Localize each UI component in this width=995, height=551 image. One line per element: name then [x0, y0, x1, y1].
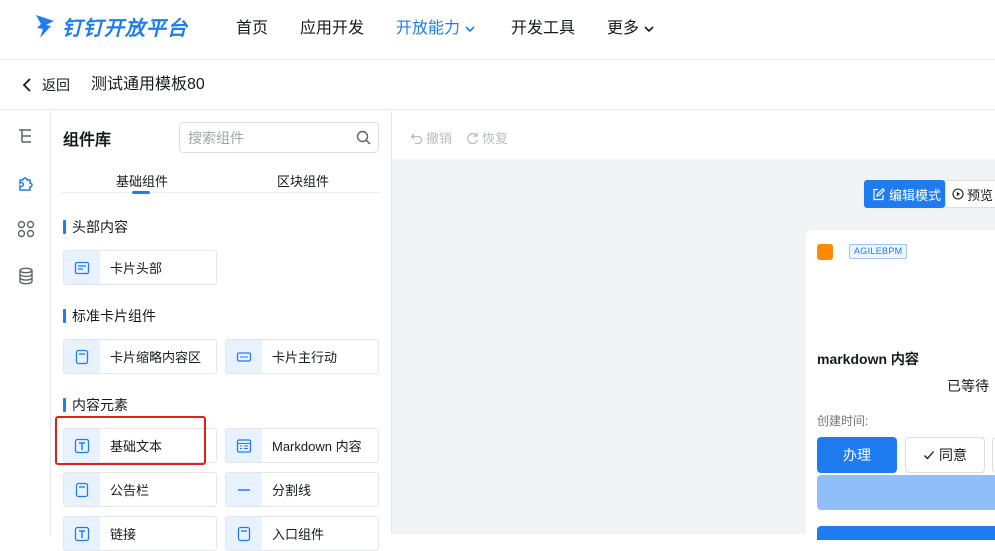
- nav-item-more[interactable]: 更多: [607, 18, 655, 40]
- created-time-label: 创建时间:: [817, 414, 869, 428]
- edit-icon: [873, 187, 885, 200]
- chevron-left-icon: [22, 78, 31, 92]
- component-card-summary[interactable]: 卡片缩略内容区: [63, 339, 217, 374]
- card-summary-icon: [75, 349, 89, 364]
- undo-button[interactable]: 撤销: [410, 128, 452, 147]
- grid-apps-icon[interactable]: [17, 220, 35, 238]
- edit-mode-button[interactable]: 编辑模式: [864, 180, 945, 208]
- search-icon[interactable]: [356, 130, 371, 145]
- handle-button[interactable]: 办理: [817, 437, 897, 473]
- undo-icon: [410, 133, 423, 144]
- play-circle-icon: [952, 188, 964, 200]
- section-heading-content-elements: 内容元素: [63, 396, 128, 414]
- agree-button[interactable]: 同意: [905, 437, 985, 473]
- nav-item-dev-tools[interactable]: 开发工具: [511, 18, 575, 40]
- notice-icon: [75, 482, 89, 497]
- source-tag: AGILEBPM: [849, 244, 908, 259]
- button-icon: [236, 351, 252, 362]
- component-library-panel: 组件库 基础组件 区块组件 头部内容 卡片头部 标准卡片组件 卡片缩略内容区 卡…: [51, 111, 392, 551]
- editor-canvas: 撤销 恢复 编辑模式 预览 AGILEBPM markdown 内容 已等待 创…: [392, 111, 995, 540]
- chevron-down-icon: [644, 26, 654, 33]
- tab-block-components[interactable]: 区块组件: [277, 171, 329, 190]
- card-preview: AGILEBPM markdown 内容 已等待 创建时间: 办理 同意: [806, 230, 995, 540]
- markdown-icon: [236, 438, 252, 453]
- dingtalk-logo-icon: [36, 15, 54, 38]
- sub-header: 返回 测试通用模板80: [0, 61, 995, 110]
- component-card-header[interactable]: 卡片头部: [63, 250, 217, 285]
- search-input[interactable]: [180, 123, 340, 152]
- component-card-markdown[interactable]: Markdown 内容: [225, 428, 379, 463]
- panel-title: 组件库: [63, 132, 112, 149]
- divider-icon: [238, 488, 250, 491]
- canvas-toolbar: 撤销 恢复: [392, 111, 995, 159]
- waiting-text: 已等待: [947, 378, 989, 394]
- component-card-divider[interactable]: 分割线: [225, 472, 379, 507]
- left-icon-rail: [0, 111, 51, 534]
- component-tabs: 基础组件 区块组件: [61, 169, 381, 194]
- top-nav: 钉钉开放平台 首页 应用开发 开放能力 开发工具 更多: [0, 0, 995, 60]
- redo-button[interactable]: 恢复: [466, 128, 508, 147]
- nav-item-home[interactable]: 首页: [236, 18, 268, 40]
- component-search[interactable]: [179, 122, 379, 153]
- brand-logo[interactable]: 钉钉开放平台: [34, 10, 188, 42]
- component-card-main-action[interactable]: 卡片主行动: [225, 339, 379, 374]
- action-bar-primary[interactable]: [817, 526, 995, 540]
- back-button[interactable]: 返回: [20, 75, 70, 95]
- chevron-down-icon: [465, 26, 475, 33]
- database-icon[interactable]: [17, 267, 35, 285]
- tab-basic-components[interactable]: 基础组件: [116, 171, 168, 194]
- component-card-notice[interactable]: 公告栏: [63, 472, 217, 507]
- preview-mode-button[interactable]: 预览: [945, 180, 995, 208]
- page-title: 测试通用模板80: [91, 76, 205, 93]
- brand-name: 钉钉开放平台: [62, 17, 188, 40]
- puzzle-icon[interactable]: [17, 174, 35, 192]
- tree-outline-icon[interactable]: [17, 127, 35, 145]
- avatar: [817, 244, 833, 260]
- check-icon: [924, 451, 934, 460]
- highlight-box: [55, 416, 206, 465]
- section-heading-header: 头部内容: [63, 218, 128, 236]
- nav-item-app-dev[interactable]: 应用开发: [300, 18, 364, 40]
- card-header-icon: [74, 261, 90, 274]
- card-title[interactable]: markdown 内容: [817, 349, 919, 369]
- section-heading-standard-card: 标准卡片组件: [63, 307, 156, 325]
- nav-item-open-capability[interactable]: 开放能力: [396, 18, 476, 40]
- redo-icon: [467, 132, 479, 144]
- action-bar-light[interactable]: [817, 475, 995, 510]
